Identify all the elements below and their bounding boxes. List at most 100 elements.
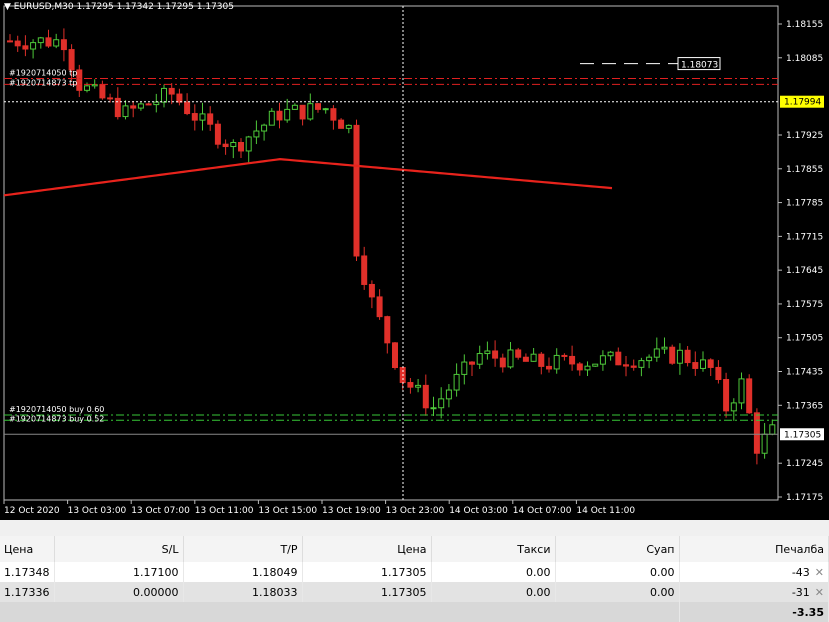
col-header-profit[interactable]: Печалба <box>679 536 829 562</box>
cell-open-price: 1.17348 <box>0 562 55 582</box>
candle <box>407 377 414 394</box>
price-tick-label: 1.17855 <box>786 165 823 175</box>
candle <box>130 101 137 118</box>
candle <box>461 354 468 385</box>
col-header-open-price[interactable]: Цена <box>0 536 55 562</box>
candle <box>584 361 591 377</box>
candle <box>445 384 452 408</box>
tp-order-label: #1920714873 tp <box>9 78 77 87</box>
candle <box>684 346 691 367</box>
time-tick-label: 13 Oct 19:00 <box>322 506 381 516</box>
cell-sl: 1.17100 <box>54 562 184 582</box>
candle <box>338 118 345 129</box>
candle <box>761 423 768 459</box>
candle <box>476 345 483 369</box>
candle <box>261 123 268 141</box>
time-tick-label: 14 Oct 07:00 <box>513 506 572 516</box>
col-header-sl[interactable]: S/L <box>54 536 184 562</box>
orders-table: Цена S/L T/P Цена Такси Суап Печалба 1.1… <box>0 536 829 622</box>
candle <box>669 344 676 365</box>
candle <box>284 98 291 123</box>
candle <box>522 353 529 362</box>
candle <box>153 93 160 113</box>
close-order-icon[interactable]: ✕ <box>815 586 824 599</box>
close-order-icon[interactable]: ✕ <box>815 566 824 579</box>
candle <box>530 347 537 362</box>
buy-order-label: #1920714050 buy 0.60 <box>9 405 104 414</box>
candle <box>723 372 730 418</box>
candle <box>299 104 306 126</box>
price-tick-label: 1.17505 <box>786 334 823 344</box>
candle <box>730 398 737 421</box>
candle <box>769 419 776 436</box>
col-header-tp[interactable]: T/P <box>183 536 303 562</box>
col-header-swap[interactable]: Суап <box>555 536 680 562</box>
candle <box>638 357 645 377</box>
candle <box>45 29 52 48</box>
price-tick-label: 1.17435 <box>786 368 823 378</box>
total-profit: -3.35 <box>679 602 829 622</box>
cell-sl: 0.00000 <box>54 582 184 602</box>
candle <box>199 102 206 131</box>
candle <box>753 408 760 465</box>
cell-open-price: 1.17336 <box>0 582 55 602</box>
moving-average-line <box>3 158 613 197</box>
time-tick-label: 13 Oct 15:00 <box>258 506 317 516</box>
candle <box>453 363 460 397</box>
candle <box>376 289 383 320</box>
cell-swap: 0.00 <box>555 562 680 582</box>
candle <box>515 347 522 360</box>
table-header-row: Цена S/L T/P Цена Такси Суап Печалба <box>0 536 829 562</box>
price-tick-label: 1.17175 <box>786 493 823 503</box>
candle <box>168 83 175 105</box>
candle <box>137 102 144 111</box>
price-tick-label: 1.17645 <box>786 266 823 276</box>
time-tick-label: 14 Oct 03:00 <box>449 506 508 516</box>
candle <box>268 108 275 126</box>
candle <box>161 84 167 108</box>
candle <box>646 354 653 369</box>
cell-profit: -43 ✕ <box>679 562 829 582</box>
candle <box>176 88 183 106</box>
candle <box>700 351 706 372</box>
candle <box>330 105 337 130</box>
table-row[interactable]: 1.17336 0.00000 1.18033 1.17305 0.00 0.0… <box>0 582 829 602</box>
candle <box>191 104 198 131</box>
price-chart[interactable]: 1.18155 1.18085 1.17925 1.17855 1.17785 1.177… <box>0 0 829 520</box>
candle <box>553 348 560 374</box>
candle <box>469 361 475 376</box>
candle <box>368 280 375 309</box>
candle <box>60 28 67 62</box>
candle <box>22 35 29 57</box>
candle <box>707 358 714 377</box>
tp-drag-price: 1.18073 <box>681 61 718 71</box>
ohlc-values: 1.17295 1.17342 1.17295 1.17305 <box>76 2 234 12</box>
crosshair-price-text: 1.17994 <box>784 98 821 108</box>
col-header-current-price[interactable]: Цена <box>302 536 432 562</box>
candle <box>422 374 429 416</box>
candle <box>230 139 237 159</box>
candle <box>37 36 44 49</box>
candle <box>738 372 745 410</box>
candle <box>361 246 368 290</box>
buy-order-label: #1920714873 buy 0.52 <box>9 414 104 423</box>
price-tick-label: 1.17365 <box>786 401 823 411</box>
collapse-arrow-icon[interactable]: ▼ <box>4 2 11 12</box>
candle <box>630 359 637 371</box>
candle <box>238 138 244 159</box>
current-price-text: 1.17305 <box>784 430 821 440</box>
candle <box>561 353 568 361</box>
candle <box>569 345 576 371</box>
candle <box>353 119 360 261</box>
time-tick-label: 13 Oct 07:00 <box>131 506 190 516</box>
chart-canvas[interactable]: 1.18155 1.18085 1.17925 1.17855 1.17785 1.177… <box>0 0 829 520</box>
candle <box>245 135 252 163</box>
price-tick-label: 1.17925 <box>786 131 823 141</box>
col-header-commission[interactable]: Такси <box>431 536 556 562</box>
time-tick-label: 14 Oct 11:00 <box>576 506 635 516</box>
table-row[interactable]: 1.17348 1.17100 1.18049 1.17305 0.00 0.0… <box>0 562 829 582</box>
candle <box>492 340 499 367</box>
candle <box>222 139 229 155</box>
candle <box>76 64 83 97</box>
cell-swap: 0.00 <box>555 582 680 602</box>
